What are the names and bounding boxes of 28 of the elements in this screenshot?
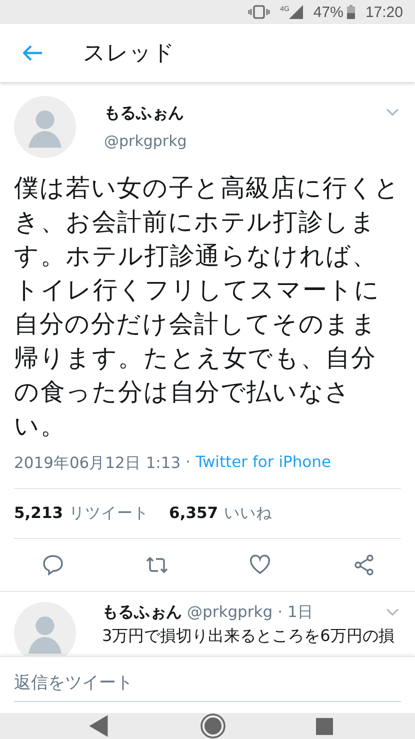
share-icon[interactable] [352,552,376,577]
home-icon[interactable] [200,713,226,739]
separator-dot: · [186,452,191,473]
back-icon[interactable] [23,45,43,62]
reply-text: 3万円で損切り出来るところを6万円の損 [102,626,396,647]
battery-icon [347,5,356,20]
clock: 17:20 [365,4,403,21]
reply-icon[interactable] [41,552,65,577]
retweet-label[interactable]: リツイート [69,502,150,524]
battery-percent: 47% [313,4,344,21]
like-label[interactable]: いいね [224,502,272,524]
display-name[interactable]: もるふぉん [104,103,386,124]
user-handle[interactable]: @prkgprkg [187,603,273,622]
reply-age: 1日 [288,602,314,623]
screen-title: スレッド [83,40,175,68]
vibrate-icon [248,5,270,20]
recents-icon[interactable] [316,718,333,734]
user-handle[interactable]: @prkgprkg [104,132,386,150]
like-count[interactable]: 6,357 [169,504,218,522]
source-link[interactable]: Twitter for iPhone [196,452,332,474]
heart-icon[interactable] [248,552,272,577]
signal-icon [289,5,304,20]
back-triangle-icon[interactable] [88,714,110,738]
display-name[interactable]: もるふぉん [102,602,182,623]
separator-dot: · [278,603,282,622]
tweet-date: 2019年06月12日 1:13 [14,452,181,474]
retweet-count[interactable]: 5,213 [14,504,64,522]
tweet-text: 僕は若い女の子と高級店に行くとき、お会計前にホテル打診します。ホテル打診通らなければ、トイレ行くフリしてスマートに自分の分だけ会計してそのまま帰ります。たとえ女でも、自分の食った分は自分で払いなさい。 [14,172,401,442]
